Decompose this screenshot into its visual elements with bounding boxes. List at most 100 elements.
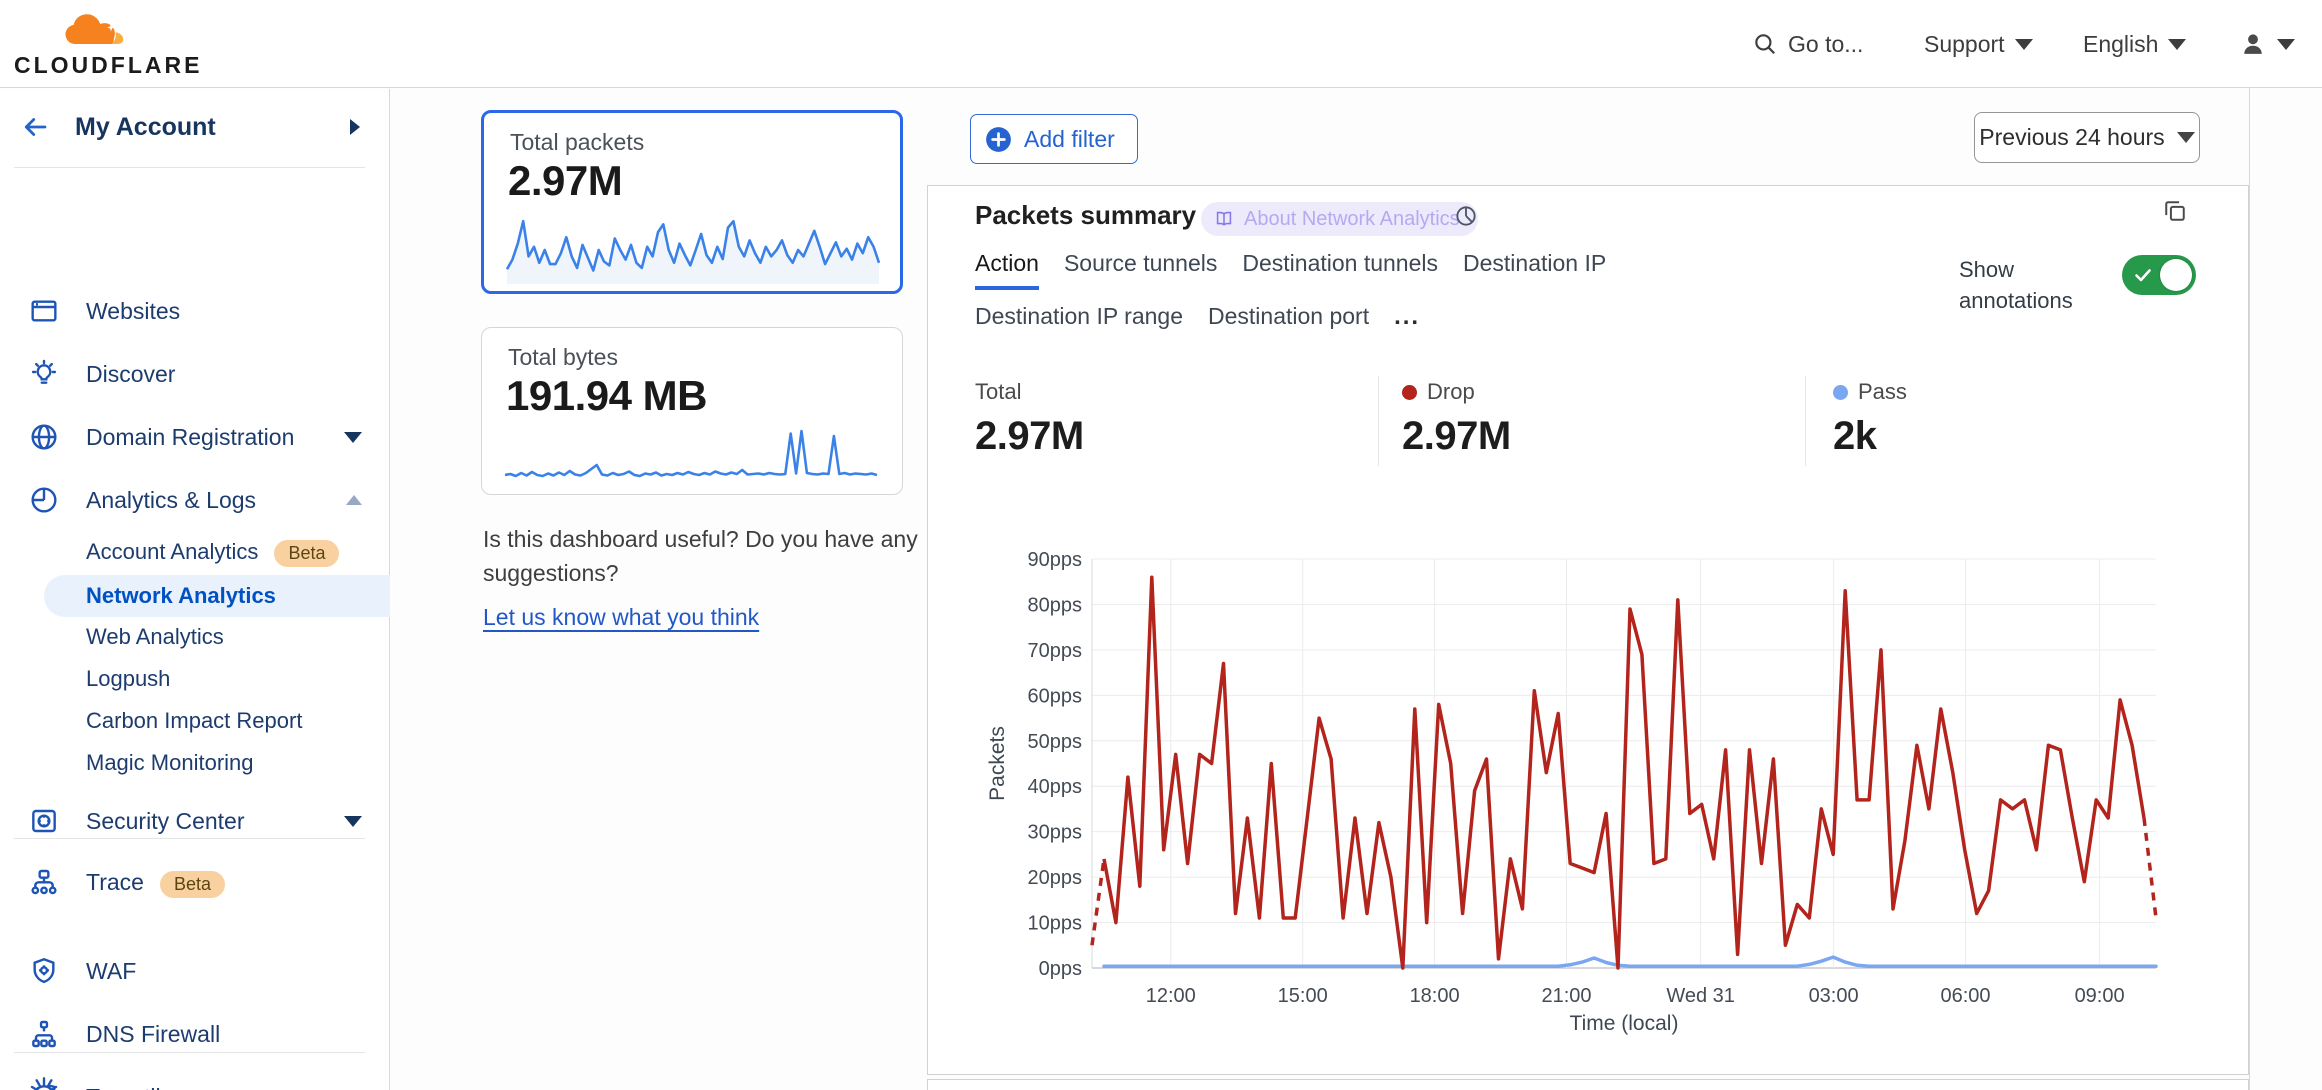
svg-text:30pps: 30pps <box>1028 822 1083 844</box>
svg-text:09:00: 09:00 <box>2075 985 2125 1007</box>
shield-gear-icon <box>28 955 60 987</box>
language-menu[interactable]: English <box>2083 0 2186 88</box>
svg-text:40pps: 40pps <box>1028 776 1083 798</box>
feedback-block: Is this dashboard useful? Do you have an… <box>483 522 949 634</box>
svg-text:06:00: 06:00 <box>1941 985 1991 1007</box>
cloudflare-cloud-icon <box>62 8 132 52</box>
add-filter-button[interactable]: Add filter <box>970 114 1138 164</box>
card-label: Total packets <box>510 129 644 156</box>
svg-text:50pps: 50pps <box>1028 731 1083 753</box>
sidebar-divider <box>14 1052 365 1053</box>
sidebar-item-discover[interactable]: Discover <box>0 352 390 396</box>
chevron-down-icon <box>2015 39 2033 50</box>
globe-icon <box>28 421 60 453</box>
sidebar-item-label: Discover <box>86 361 175 388</box>
sidebar-item-web-analytics[interactable]: Web Analytics <box>0 617 390 657</box>
account-menu[interactable] <box>2239 0 2295 88</box>
pie-chart-icon[interactable] <box>1453 203 1479 229</box>
sidebar-item-label: Carbon Impact Report <box>86 708 302 734</box>
lightbulb-icon <box>28 358 60 390</box>
sidebar-item-label: Network Analytics <box>86 583 276 609</box>
expand-copy-icon[interactable] <box>2161 197 2189 225</box>
chevron-down-icon <box>2277 39 2295 50</box>
tab-destination-ip[interactable]: Destination IP <box>1463 250 1606 290</box>
total-packets-card[interactable]: Total packets 2.97M <box>481 110 903 294</box>
sidebar-item-label: Magic Monitoring <box>86 750 254 776</box>
svg-text:0pps: 0pps <box>1039 958 1082 980</box>
sidebar-item-domain-registration[interactable]: Domain Registration <box>0 415 390 459</box>
stat-divider <box>1805 376 1806 466</box>
sidebar-item-magic-monitoring[interactable]: Magic Monitoring <box>0 743 390 783</box>
tab-destination-port[interactable]: Destination port <box>1208 303 1369 343</box>
sidebar-divider <box>14 838 365 839</box>
time-range-dropdown[interactable]: Previous 24 hours <box>1974 112 2200 163</box>
svg-text:70pps: 70pps <box>1028 640 1083 662</box>
check-icon <box>2133 265 2153 285</box>
stat-label: Pass <box>1858 379 1907 405</box>
sidebar-item-label: Websites <box>86 298 180 325</box>
content-right-border <box>2249 88 2250 1090</box>
beta-badge: Beta <box>160 871 225 898</box>
chevron-right-icon <box>350 119 360 135</box>
sidebar-item-dns-firewall[interactable]: DNS Firewall <box>0 1012 390 1056</box>
sidebar-back-my-account[interactable]: My Account <box>0 101 390 153</box>
beta-badge: Beta <box>274 540 339 567</box>
chevron-down-icon <box>2177 132 2195 143</box>
chevron-down-icon <box>344 816 362 827</box>
support-menu[interactable]: Support <box>1924 0 2033 88</box>
drop-series-dot <box>1402 385 1417 400</box>
svg-text:12:00: 12:00 <box>1146 985 1196 1007</box>
svg-text:10pps: 10pps <box>1028 913 1083 935</box>
sidebar-item-trace[interactable]: TraceBeta <box>0 861 390 905</box>
sidebar-item-websites[interactable]: Websites <box>0 289 390 333</box>
packets-summary-panel: Packets summary About Network Analytics … <box>927 185 2249 1075</box>
cloudflare-dashboard: CLOUDFLARE Go to... Support English <box>0 0 2322 1090</box>
tabs-overflow-button[interactable]: ... <box>1394 303 1420 343</box>
sidebar-item-analytics-logs[interactable]: Analytics & Logs <box>0 478 390 522</box>
safe-box-icon <box>28 805 60 837</box>
total-bytes-card[interactable]: Total bytes 191.94 MB <box>481 327 903 495</box>
browser-window-icon <box>28 295 60 327</box>
book-icon <box>1213 208 1235 230</box>
sidebar-item-account-analytics[interactable]: Account AnalyticsBeta <box>0 533 390 573</box>
goto-search[interactable]: Go to... <box>1752 0 1863 88</box>
feedback-link[interactable]: Let us know what you think <box>483 600 759 634</box>
sidebar-item-waf[interactable]: WAF <box>0 949 390 993</box>
tab-destination-tunnels[interactable]: Destination tunnels <box>1242 250 1438 290</box>
tab-destination-ip-range[interactable]: Destination IP range <box>975 303 1183 343</box>
feedback-question: Is this dashboard useful? Do you have an… <box>483 526 918 586</box>
hierarchy-nodes-icon <box>28 1018 60 1050</box>
sidebar-item-security-center[interactable]: Security Center <box>0 799 390 843</box>
stat-value: 2.97M <box>975 414 1084 459</box>
about-network-analytics-badge[interactable]: About Network Analytics <box>1201 202 1478 236</box>
sidebar-item-label: Security Center <box>86 808 245 835</box>
toggle-knob <box>2160 259 2192 291</box>
stat-divider <box>1378 376 1379 466</box>
add-filter-label: Add filter <box>1024 126 1115 153</box>
about-badge-label: About Network Analytics <box>1244 208 1460 231</box>
goto-label: Go to... <box>1788 31 1863 58</box>
user-icon <box>2239 30 2267 58</box>
stat-value: 2k <box>1833 414 1907 459</box>
tab-source-tunnels[interactable]: Source tunnels <box>1064 250 1217 290</box>
sidebar-divider <box>14 167 365 168</box>
time-range-label: Previous 24 hours <box>1979 124 2164 151</box>
svg-text:21:00: 21:00 <box>1542 985 1592 1007</box>
language-label: English <box>2083 31 2158 58</box>
plus-circle-icon <box>985 126 1012 153</box>
tab-action[interactable]: Action <box>975 250 1039 290</box>
stat-pass: Pass 2k <box>1833 379 1907 459</box>
packets-time-series-chart[interactable]: 0pps10pps20pps30pps40pps50pps60pps70pps8… <box>941 541 2241 1041</box>
cloudflare-logo[interactable]: CLOUDFLARE <box>14 4 178 84</box>
trace-flow-icon <box>28 867 60 899</box>
chevron-down-icon <box>344 432 362 443</box>
sidebar-item-carbon-impact-report[interactable]: Carbon Impact Report <box>0 701 390 741</box>
sidebar-item-network-analytics-active[interactable]: Network Analytics <box>44 575 390 617</box>
next-panel-partial <box>927 1079 2249 1090</box>
chevron-down-icon <box>2168 39 2186 50</box>
sidebar-item-label: WAF <box>86 958 136 985</box>
show-annotations-label: Show annotations <box>1959 254 2119 316</box>
pie-chart-icon <box>28 484 60 516</box>
sidebar-item-logpush[interactable]: Logpush <box>0 659 390 699</box>
show-annotations-toggle[interactable] <box>2122 255 2196 295</box>
